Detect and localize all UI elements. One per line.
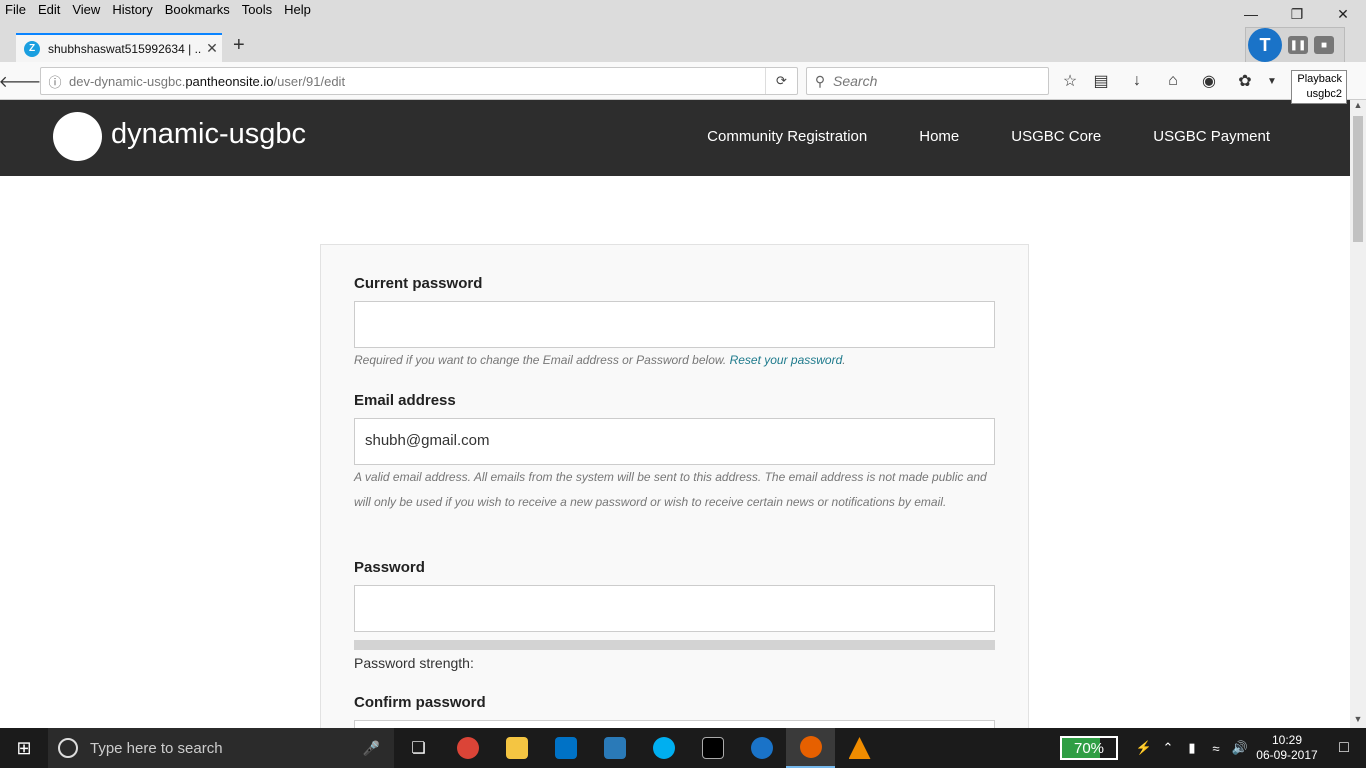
search-placeholder: Search bbox=[833, 73, 878, 89]
taskbar-search-placeholder: Type here to search bbox=[90, 739, 223, 757]
browser-tab[interactable]: Z shubhshaswat515992634 | ... ✕ bbox=[16, 33, 222, 62]
windows-taskbar: ⊞ Type here to search 🎤 ❏ 70% ⚡ ⌃ ▮ ≈ 🔊 … bbox=[0, 728, 1366, 768]
power-icon[interactable]: ▮ bbox=[1180, 740, 1204, 756]
current-password-label: Current password bbox=[354, 275, 483, 292]
battery-indicator[interactable]: 70% bbox=[1060, 736, 1118, 760]
microphone-icon[interactable]: 🎤 bbox=[363, 740, 380, 757]
menu-edit[interactable]: Edit bbox=[32, 0, 66, 20]
firefox-icon[interactable] bbox=[786, 728, 835, 768]
taskbar-search-input[interactable]: Type here to search 🎤 bbox=[48, 728, 394, 768]
site-name[interactable]: dynamic-usgbc bbox=[111, 118, 306, 151]
url-path: /user/91/edit bbox=[273, 73, 346, 89]
recorder-widget: T ❚❚ ■ bbox=[1245, 27, 1345, 63]
overflow-chevron-icon[interactable]: ▼ bbox=[1258, 68, 1286, 94]
current-password-help: Required if you want to change the Email… bbox=[354, 353, 846, 367]
nav-usgbc-core[interactable]: USGBC Core bbox=[1011, 128, 1101, 145]
playback-tooltip: Playback usgbc2 bbox=[1291, 70, 1347, 104]
new-tab-icon[interactable]: + bbox=[233, 34, 245, 57]
password-strength-bar bbox=[354, 640, 995, 650]
tab-close-icon[interactable]: ✕ bbox=[202, 40, 222, 57]
cortana-icon bbox=[58, 738, 78, 758]
browser-chrome: File Edit View History Bookmarks Tools H… bbox=[0, 0, 1366, 63]
close-window-icon[interactable]: ✕ bbox=[1320, 0, 1366, 28]
restore-icon[interactable]: ❐ bbox=[1274, 0, 1320, 28]
main-navigation: Community Registration Home USGBC Core U… bbox=[707, 128, 1270, 145]
3d-builder-icon[interactable] bbox=[590, 728, 639, 768]
search-input[interactable]: ⚲ Search bbox=[806, 67, 1049, 95]
menu-bookmarks[interactable]: Bookmarks bbox=[159, 0, 236, 20]
password-field[interactable] bbox=[354, 585, 995, 632]
bookmark-star-icon[interactable]: ☆ bbox=[1056, 68, 1084, 94]
stop-icon[interactable]: ■ bbox=[1314, 36, 1334, 54]
battery-percent: 70% bbox=[1073, 739, 1105, 757]
page-scrollbar[interactable]: ▲ ▼ bbox=[1350, 100, 1366, 728]
email-field[interactable]: shubh@gmail.com bbox=[354, 418, 995, 465]
extension-icon[interactable]: ✿ bbox=[1231, 68, 1259, 94]
site-header: dynamic-usgbc Community Registration Hom… bbox=[0, 100, 1350, 176]
chrome-icon[interactable] bbox=[443, 728, 492, 768]
show-hidden-icons-chevron-icon[interactable]: ⌃ bbox=[1156, 740, 1180, 756]
menu-file[interactable]: File bbox=[0, 0, 32, 20]
clock-date: 06-09-2017 bbox=[1256, 748, 1318, 762]
reset-password-link[interactable]: Reset your password bbox=[730, 353, 843, 367]
user-edit-form: Current password Required if you want to… bbox=[320, 244, 1029, 748]
confirm-password-label: Confirm password bbox=[354, 694, 486, 711]
reading-list-icon[interactable]: ▤ bbox=[1087, 68, 1115, 94]
url-host: pantheonsite.io bbox=[185, 73, 274, 89]
reload-icon[interactable]: ⟳ bbox=[765, 68, 797, 94]
clock[interactable]: 10:29 06-09-2017 bbox=[1252, 733, 1322, 763]
password-strength-label: Password strength: bbox=[354, 655, 474, 671]
nav-usgbc-payment[interactable]: USGBC Payment bbox=[1153, 128, 1270, 145]
task-view-icon[interactable]: ❏ bbox=[394, 728, 443, 768]
home-icon[interactable]: ⌂ bbox=[1159, 68, 1187, 94]
clock-time: 10:29 bbox=[1271, 733, 1303, 747]
pause-icon[interactable]: ❚❚ bbox=[1288, 36, 1308, 54]
address-bar[interactable]: ⓘ dev-dynamic-usgbc. pantheonsite.io/user… bbox=[40, 67, 798, 95]
skype-icon[interactable] bbox=[639, 728, 688, 768]
volume-icon[interactable]: 🔊 bbox=[1228, 740, 1252, 756]
current-password-field[interactable] bbox=[354, 301, 995, 348]
nav-community-registration[interactable]: Community Registration bbox=[707, 128, 867, 145]
current-password-help-text: Required if you want to change the Email… bbox=[354, 353, 727, 367]
windows-start-icon[interactable]: ⊞ bbox=[0, 728, 48, 768]
menu-view[interactable]: View bbox=[66, 0, 106, 20]
scroll-thumb[interactable] bbox=[1353, 116, 1363, 242]
scroll-up-icon[interactable]: ▲ bbox=[1350, 100, 1366, 114]
menu-tools[interactable]: Tools bbox=[236, 0, 278, 20]
action-center-icon[interactable]: □ bbox=[1322, 739, 1366, 757]
command-prompt-icon[interactable] bbox=[688, 728, 737, 768]
info-icon[interactable]: ⓘ bbox=[41, 72, 69, 91]
download-icon[interactable]: ↓ bbox=[1123, 68, 1151, 94]
search-icon: ⚲ bbox=[814, 72, 826, 89]
tooltip-line-1: Playback bbox=[1297, 73, 1342, 85]
navigation-toolbar: 🡐 ⓘ dev-dynamic-usgbc. pantheonsite.io/us… bbox=[0, 62, 1366, 100]
email-label: Email address bbox=[354, 392, 456, 409]
email-help: A valid email address. All emails from t… bbox=[354, 470, 987, 509]
window-controls: — ❐ ✕ bbox=[1228, 0, 1366, 28]
outlook-icon[interactable] bbox=[541, 728, 590, 768]
pocket-icon[interactable]: ◉ bbox=[1195, 68, 1223, 94]
plug-icon[interactable]: ⚡ bbox=[1132, 740, 1156, 756]
menu-help[interactable]: Help bbox=[278, 0, 317, 20]
recorder-app-icon[interactable] bbox=[737, 728, 786, 768]
tooltip-line-2: usgbc2 bbox=[1306, 88, 1342, 100]
site-favicon-icon: Z bbox=[24, 40, 40, 57]
scroll-down-icon[interactable]: ▼ bbox=[1350, 714, 1366, 728]
nav-home[interactable]: Home bbox=[919, 128, 959, 145]
tab-title: shubhshaswat515992634 | ... bbox=[48, 41, 202, 56]
recorder-logo-icon: T bbox=[1248, 28, 1282, 62]
back-icon[interactable]: 🡐 bbox=[0, 68, 41, 94]
url-prefix: dev-dynamic-usgbc. bbox=[69, 73, 186, 89]
minimize-icon[interactable]: — bbox=[1228, 0, 1274, 28]
vlc-icon[interactable] bbox=[835, 728, 884, 768]
system-tray: 70% ⚡ ⌃ ▮ ≈ 🔊 10:29 06-09-2017 □ bbox=[1060, 728, 1366, 768]
file-explorer-icon[interactable] bbox=[492, 728, 541, 768]
menu-bar: File Edit View History Bookmarks Tools H… bbox=[0, 0, 317, 20]
wifi-icon[interactable]: ≈ bbox=[1204, 741, 1228, 756]
site-logo[interactable] bbox=[53, 112, 102, 161]
menu-history[interactable]: History bbox=[106, 0, 158, 20]
password-label: Password bbox=[354, 559, 425, 576]
